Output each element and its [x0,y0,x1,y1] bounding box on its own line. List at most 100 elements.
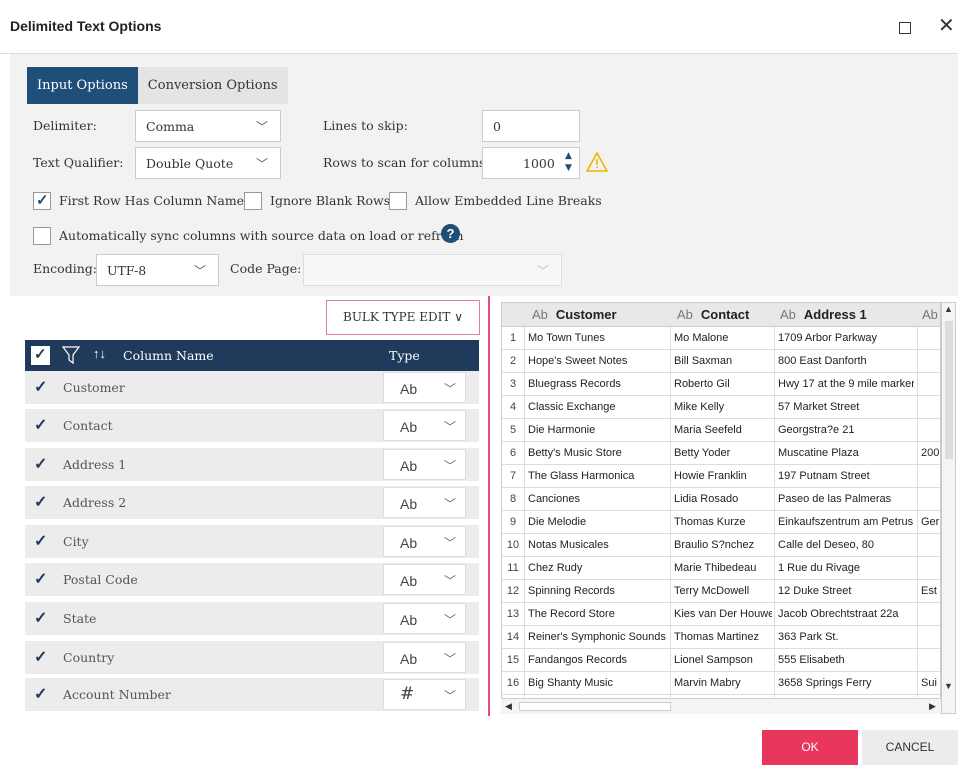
scroll-right-icon[interactable]: ▶ [929,701,936,712]
grid-cell[interactable]: Mo Malone [674,332,772,344]
grid-cell[interactable]: Paseo de las Palmeras [778,493,914,505]
auto-sync-checkbox[interactable] [33,227,51,245]
grid-cell[interactable]: Kies van Der Houwe [674,608,772,620]
grid-cell[interactable]: Fandangos Records [528,654,668,666]
grid-cell[interactable]: Muscatine Plaza [778,447,914,459]
grid-cell[interactable]: Betty's Music Store [528,447,668,459]
encoding-dropdown[interactable]: UTF-8 ﹀ [96,254,219,286]
tab-conversion-options[interactable]: Conversion Options [137,67,288,104]
grid-cell[interactable]: Hwy 17 at the 9 mile marker [778,378,914,390]
grid-cell[interactable]: Mo Town Tunes [528,332,668,344]
grid-cell[interactable]: Notas Musicales [528,539,668,551]
scroll-left-icon[interactable]: ◀ [505,701,512,712]
tab-input-options[interactable]: Input Options [27,67,138,104]
scroll-thumb[interactable] [519,702,671,711]
grid-cell[interactable]: 12 Duke Street [778,585,914,597]
scroll-thumb[interactable] [945,321,953,459]
column-checkbox[interactable] [31,415,49,435]
grid-cell[interactable]: 800 East Danforth [778,355,914,367]
grid-cell[interactable]: Braulio S?nchez [674,539,772,551]
lines-to-skip-input[interactable]: 0 [482,110,580,142]
ok-button[interactable]: OK [762,730,858,765]
grid-cell[interactable]: Georgstra?e 21 [778,424,914,436]
grid-cell[interactable]: 555 Elisabeth [778,654,914,666]
maximize-icon[interactable] [899,22,911,34]
grid-cell[interactable]: Thomas Martinez [674,631,772,643]
text-qualifier-dropdown[interactable]: Double Quote ﹀ [135,147,281,179]
grid-cell[interactable]: 363 Park St. [778,631,914,643]
filter-icon[interactable] [62,345,80,365]
grid-horizontal-scrollbar[interactable]: ◀ ▶ [501,698,941,714]
type-dropdown[interactable]: Ab ﹀ [383,564,466,595]
column-checkbox[interactable] [31,608,49,628]
column-checkbox[interactable] [31,647,49,667]
grid-cell[interactable]: Mike Kelly [674,401,772,413]
grid-cell[interactable]: Maria Seefeld [674,424,772,436]
grid-cell[interactable]: Classic Exchange [528,401,668,413]
grid-cell[interactable]: The Record Store [528,608,668,620]
grid-cell[interactable]: 1 Rue du Rivage [778,562,914,574]
column-checkbox[interactable] [31,377,49,397]
grid-cell[interactable]: Lionel Sampson [674,654,772,666]
grid-cell[interactable]: Betty Yoder [674,447,772,459]
grid-cell[interactable]: Einkaufszentrum am Petrus [778,516,914,528]
grid-cell[interactable]: Die Melodie [528,516,668,528]
grid-cell[interactable]: Ger [921,516,940,528]
grid-vertical-scrollbar[interactable]: ▲ ▼ [941,302,956,714]
grid-cell[interactable]: Est [921,585,940,597]
close-icon[interactable]: ✕ [938,15,955,37]
column-checkbox[interactable] [31,684,49,704]
type-dropdown[interactable]: Ab ﹀ [383,526,466,557]
grid-cell[interactable]: The Glass Harmonica [528,470,668,482]
grid-cell[interactable]: Canciones [528,493,668,505]
grid-cell[interactable]: Chez Rudy [528,562,668,574]
grid-header-contact[interactable]: Ab Contact [677,307,749,322]
type-dropdown[interactable]: Ab ﹀ [383,410,466,441]
type-dropdown[interactable]: Ab ﹀ [383,642,466,673]
sort-icon[interactable]: ↑↓ [93,346,106,361]
type-dropdown[interactable]: Ab ﹀ [383,603,466,634]
grid-cell[interactable]: Lidia Rosado [674,493,772,505]
type-dropdown[interactable]: Ab ﹀ [383,449,466,480]
grid-cell[interactable]: Big Shanty Music [528,677,668,689]
column-name-header[interactable]: Column Name [123,348,214,363]
spinner-icon[interactable]: ▲ ▼ [565,150,572,174]
grid-header-address-1[interactable]: Ab Address 1 [780,307,867,322]
type-dropdown[interactable]: Ab ﹀ [383,487,466,518]
grid-cell[interactable]: Die Harmonie [528,424,668,436]
panel-splitter[interactable] [488,296,490,716]
grid-cell[interactable]: Sui [921,677,940,689]
grid-header-customer[interactable]: Ab Customer [532,307,617,322]
select-all-checkbox[interactable] [31,345,50,365]
help-icon[interactable]: ? [441,224,460,243]
grid-cell[interactable]: Calle del Deseo, 80 [778,539,914,551]
bulk-type-edit-button[interactable]: BULK TYPE EDIT ∨ [326,300,480,335]
cancel-button[interactable]: CANCEL [862,730,958,765]
grid-cell[interactable]: Roberto Gil [674,378,772,390]
column-checkbox[interactable] [31,492,49,512]
grid-cell[interactable]: 3658 Springs Ferry [778,677,914,689]
grid-cell[interactable]: Hope's Sweet Notes [528,355,668,367]
rows-to-scan-input[interactable]: 1000 ▲ ▼ [482,147,580,179]
grid-cell[interactable]: 200 [921,447,940,459]
grid-cell[interactable]: Reiner's Symphonic Sounds [528,631,668,643]
grid-cell[interactable]: Marie Thibedeau [674,562,772,574]
type-dropdown[interactable]: # ﹀ [383,679,466,710]
column-checkbox[interactable] [31,531,49,551]
column-checkbox[interactable] [31,454,49,474]
embedded-breaks-checkbox[interactable] [389,192,407,210]
scroll-down-icon[interactable]: ▼ [944,681,953,691]
delimiter-dropdown[interactable]: Comma ﹀ [135,110,281,142]
grid-cell[interactable]: Howie Franklin [674,470,772,482]
code-page-dropdown[interactable]: ﹀ [303,254,562,286]
grid-cell[interactable]: Bluegrass Records [528,378,668,390]
first-row-checkbox[interactable] [33,191,51,210]
ignore-blank-checkbox[interactable] [244,192,262,210]
grid-cell[interactable]: 1709 Arbor Parkway [778,332,914,344]
column-checkbox[interactable] [31,569,49,589]
grid-cell[interactable]: Jacob Obrechtstraat 22a [778,608,914,620]
scroll-up-icon[interactable]: ▲ [944,304,953,314]
grid-cell[interactable]: 197 Putnam Street [778,470,914,482]
grid-cell[interactable]: 57 Market Street [778,401,914,413]
grid-cell[interactable]: Terry McDowell [674,585,772,597]
